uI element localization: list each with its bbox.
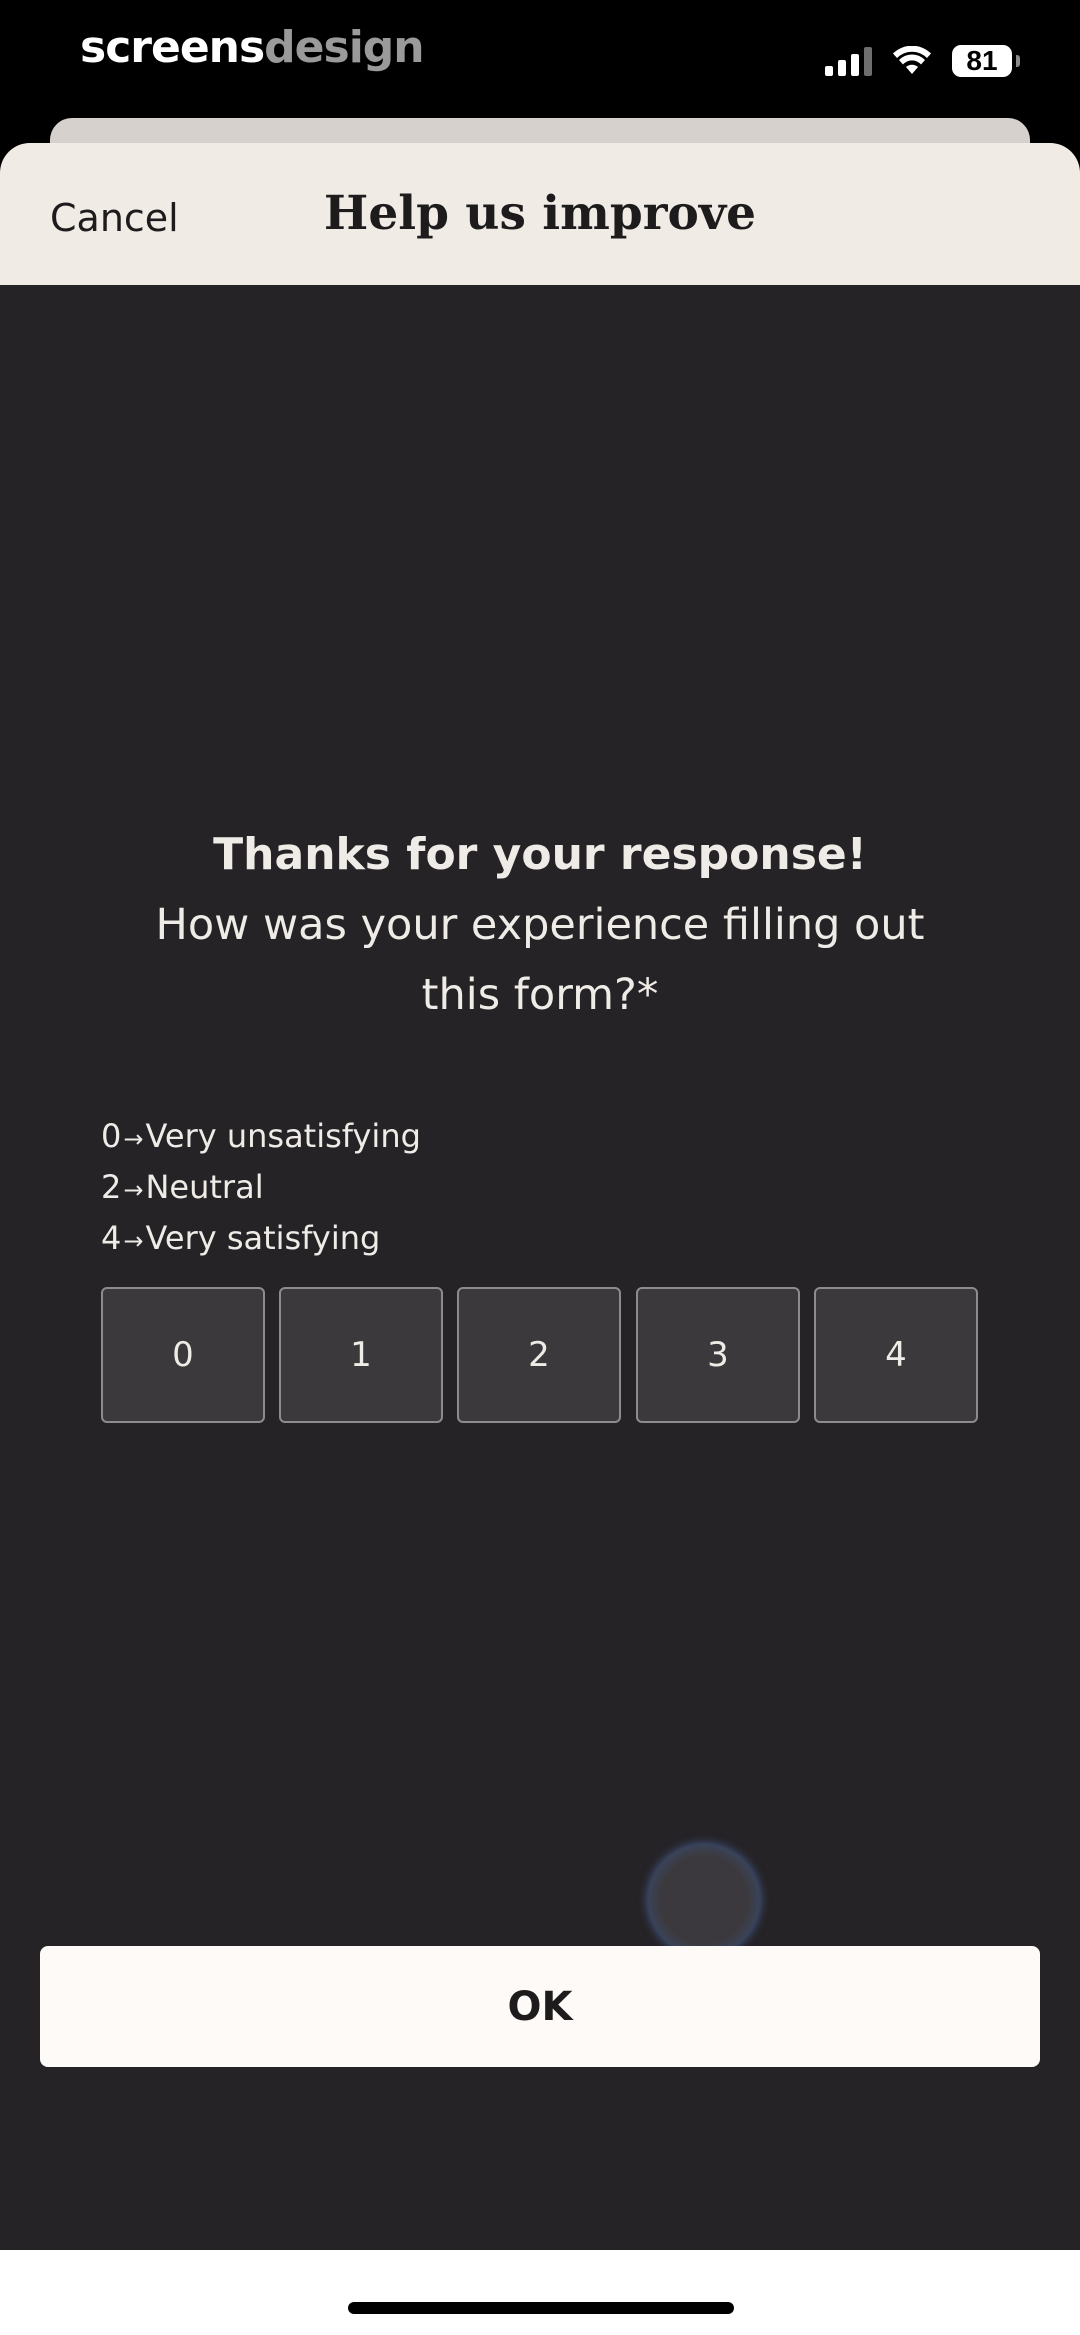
home-indicator-area	[0, 2250, 1080, 2335]
survey-question: How was your experience filling out this…	[155, 900, 925, 1020]
ok-button[interactable]: OK	[40, 1946, 1040, 2067]
rating-option-4[interactable]: 4	[814, 1287, 978, 1423]
wifi-icon	[893, 46, 931, 74]
cellular-signal-icon	[825, 46, 872, 76]
page-title: Help us improve	[323, 186, 757, 241]
arrow-icon: →	[123, 1227, 144, 1255]
arrow-icon: →	[123, 1125, 144, 1153]
sheet-header: Cancel Help us improve	[0, 143, 1080, 285]
battery-level: 81	[966, 45, 998, 76]
rating-legend: 0→Very unsatisfying 2→Neutral 4→Very sat…	[101, 1111, 421, 1264]
battery-icon: 81	[952, 45, 1020, 77]
status-icons: 81	[825, 38, 1020, 84]
rating-option-1[interactable]: 1	[279, 1287, 443, 1423]
rating-option-2[interactable]: 2	[457, 1287, 621, 1423]
legend-item: 4→Very satisfying	[101, 1219, 381, 1257]
legend-item: 2→Neutral	[101, 1168, 264, 1206]
legend-item: 0→Very unsatisfying	[101, 1117, 421, 1155]
rating-option-3[interactable]: 3	[636, 1287, 800, 1423]
brand-primary-text: screens	[80, 22, 265, 73]
brand-logo: screensdesign	[80, 18, 425, 78]
status-bar: screensdesign 81	[0, 0, 1080, 120]
brand-secondary-text: design	[264, 22, 424, 73]
arrow-icon: →	[123, 1176, 144, 1204]
home-indicator[interactable]	[348, 2302, 734, 2314]
rating-option-0[interactable]: 0	[101, 1287, 265, 1423]
touch-indicator	[648, 1844, 760, 1956]
rating-scale: 0 1 2 3 4	[101, 1287, 979, 1427]
thanks-heading: Thanks for your response!	[213, 829, 867, 880]
